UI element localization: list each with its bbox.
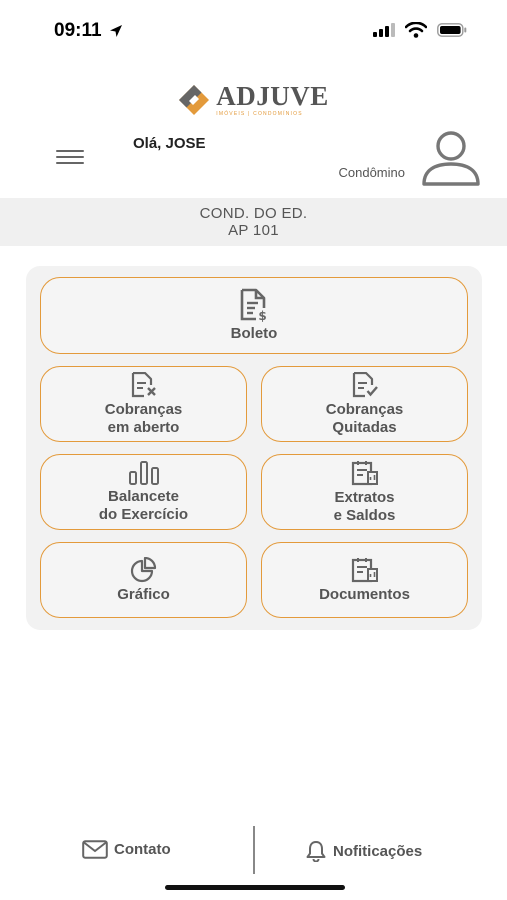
logo-tagline: IMÓVEIS | CONDOMÍNIOS <box>216 111 303 117</box>
menu-line-icon <box>56 156 84 158</box>
notifications-button[interactable]: Nofiticações <box>305 840 422 862</box>
menu-line-icon <box>56 162 84 164</box>
condo-name: COND. DO ED. <box>199 205 308 222</box>
contact-button[interactable]: Contato <box>82 840 171 859</box>
statement-icon <box>351 461 378 486</box>
unit-band: COND. DO ED. AP 101 <box>0 198 507 246</box>
home-indicator[interactable] <box>165 885 345 890</box>
tile-extratos[interactable]: Extratos e Saldos <box>261 454 468 530</box>
tile-label: Boleto <box>230 325 278 343</box>
status-icons <box>373 22 467 38</box>
location-arrow-icon <box>109 25 122 37</box>
invoice-x-icon <box>131 372 156 398</box>
user-greeting: Olá, JOSE <box>133 135 206 152</box>
tile-label: Documentos <box>319 585 410 603</box>
tile-cobrancas-quitadas[interactable]: Cobranças Quitadas <box>261 366 468 442</box>
pie-chart-icon <box>130 556 156 582</box>
wifi-icon <box>405 22 427 38</box>
bar-chart-icon <box>128 461 159 485</box>
documents-icon <box>351 557 378 582</box>
bottom-bar: Contato Nofiticações <box>0 826 507 876</box>
user-avatar-icon[interactable] <box>421 130 481 186</box>
battery-icon <box>437 23 467 37</box>
status-time: 09:11 <box>54 20 124 42</box>
bell-icon <box>306 841 326 862</box>
svg-text:$: $ <box>258 309 266 322</box>
tile-documentos[interactable]: Documentos <box>261 542 468 618</box>
tile-label: Cobranças em aberto <box>104 401 183 436</box>
mail-icon <box>82 840 108 859</box>
logo-text: ADJUVE IMÓVEIS | CONDOMÍNIOS <box>216 82 329 117</box>
menu-panel: $ Boleto Cobranças em aberto Cobranças Q… <box>26 266 482 630</box>
tile-grafico[interactable]: Gráfico <box>40 542 247 618</box>
tile-balancete[interactable]: Balancete do Exercício <box>40 454 247 530</box>
status-bar: 09:11 <box>0 0 507 60</box>
clock-text: 09:11 <box>54 20 102 41</box>
brand-logo: ADJUVE IMÓVEIS | CONDOMÍNIOS <box>0 82 507 117</box>
tile-label: Gráfico <box>117 585 170 603</box>
tile-cobrancas-em-aberto[interactable]: Cobranças em aberto <box>40 366 247 442</box>
invoice-check-icon <box>352 372 378 398</box>
menu-line-icon <box>56 150 84 152</box>
signal-icon <box>373 23 395 37</box>
tile-label: Extratos e Saldos <box>333 489 396 524</box>
unit-number: AP 101 <box>228 222 279 239</box>
invoice-dollar-icon: $ <box>240 288 267 322</box>
notifications-label: Nofiticações <box>333 842 423 860</box>
logo-name: ADJUVE <box>216 81 329 111</box>
tile-label: Balancete do Exercício <box>98 488 189 523</box>
user-role: Condômino <box>338 165 406 180</box>
bottom-divider <box>253 826 255 874</box>
contact-label: Contato <box>114 841 171 858</box>
hamburger-menu-button[interactable] <box>56 150 84 168</box>
logo-diamond-icon <box>179 84 210 115</box>
tile-boleto[interactable]: $ Boleto <box>40 277 468 354</box>
tile-label: Cobranças Quitadas <box>325 401 404 436</box>
